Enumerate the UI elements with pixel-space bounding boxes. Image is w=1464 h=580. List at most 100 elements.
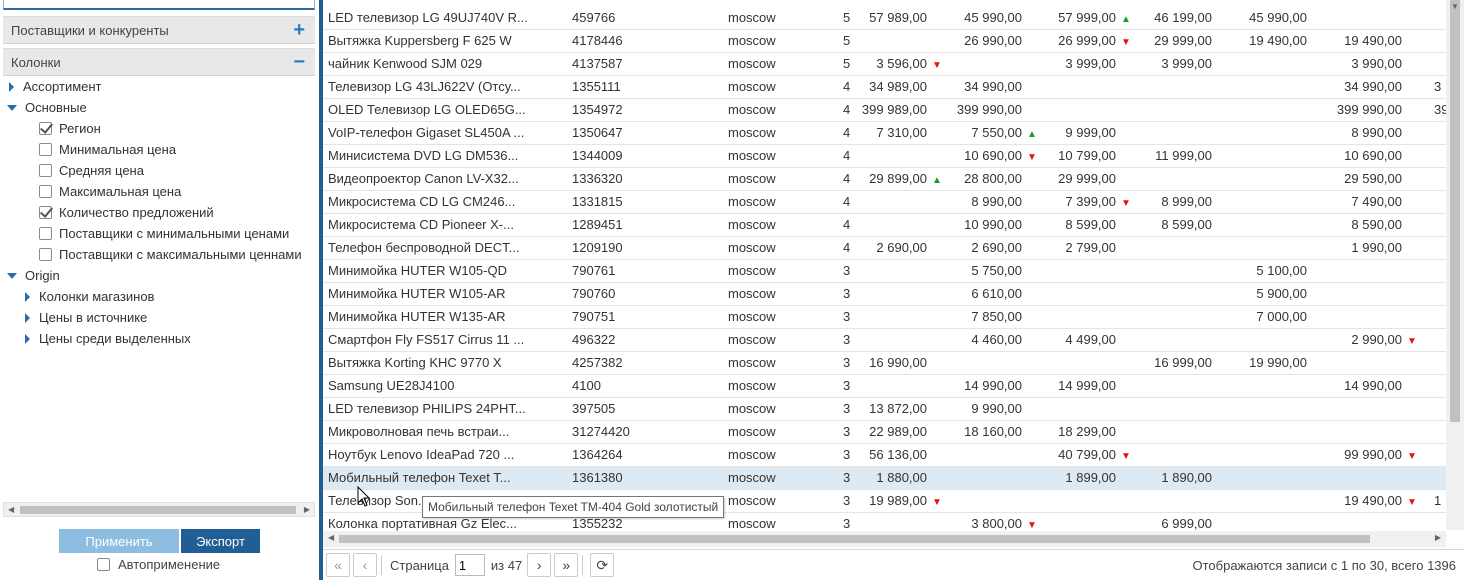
checkbox-icon[interactable]	[39, 227, 52, 240]
tree-node[interactable]: Количество предложений	[39, 202, 214, 223]
first-page-icon[interactable]: «	[326, 553, 350, 577]
collapsed-arrow-icon[interactable]	[9, 81, 14, 92]
table-row[interactable]: Ноутбук Lenovo IdeaPad 720 ... 1364264 mos…	[323, 444, 1447, 467]
table-row[interactable]: Минимойка HUTER W105-AR790760moscow3▲6 6…	[323, 283, 1447, 306]
table-row[interactable]: Микроволновая печь встраи... 31274420 mosc…	[323, 421, 1447, 444]
table-row[interactable]: Телефон беспроводной DECT... 1209190 mosco…	[323, 237, 1447, 260]
price-cell: ▲	[1133, 306, 1228, 329]
table-row[interactable]: чайник Kenwood SJM 029 4137587 moscow 5 3 59…	[323, 53, 1447, 76]
scrollbar-thumb[interactable]	[20, 506, 296, 514]
grid-horizontal-scrollbar[interactable]: ◀ ▶	[323, 531, 1446, 547]
tree-node[interactable]: Средняя цена	[39, 160, 144, 181]
price-cell: 45 990,00▲	[1228, 7, 1323, 30]
checkbox-icon[interactable]	[39, 248, 52, 261]
last-page-icon[interactable]: »	[554, 553, 579, 577]
arrow-up-icon: ▲	[1027, 129, 1037, 140]
export-button[interactable]: Экспорт	[181, 529, 260, 553]
page-number-input[interactable]	[454, 554, 485, 576]
next-page-icon[interactable]: ›	[527, 553, 552, 577]
table-row[interactable]: Телевизор LG 43LJ622V (Отсу... 1355111 mos…	[323, 76, 1447, 99]
columns-section-header[interactable]: Колонки −	[3, 48, 315, 76]
tree-node[interactable]: Регион	[39, 118, 101, 139]
tree-node[interactable]: Origin	[3, 265, 60, 286]
collapsed-arrow-icon[interactable]	[25, 312, 30, 323]
tree-node[interactable]: Ассортимент	[3, 76, 102, 97]
tree-node[interactable]: Максимальная цена	[39, 181, 181, 202]
refresh-icon[interactable]: ⟳	[590, 553, 615, 577]
offer-count-cell: 4	[843, 125, 851, 140]
price-cell: ▲	[1228, 214, 1323, 237]
price-cell: 8 999,00▲	[1133, 191, 1228, 214]
scroll-left-icon[interactable]: ◀	[328, 533, 334, 542]
tree-node[interactable]: Поставщики с минимальными ценами	[39, 223, 289, 244]
product-code-cell: 4137587	[572, 56, 623, 71]
scroll-right-icon[interactable]: ▶	[1435, 533, 1441, 542]
price-cell: 46 199,00▲	[1133, 7, 1228, 30]
table-row[interactable]: LED телевизор LG 49UJ740V R... 459766 mosc…	[323, 7, 1447, 30]
tree-node[interactable]: Цены среди выделенных	[19, 328, 191, 349]
table-row[interactable]: Вытяжка Kuppersberg F 625 W 4178446 moscow…	[323, 30, 1447, 53]
expanded-arrow-icon[interactable]	[7, 272, 17, 279]
product-code-cell: 1355111	[572, 79, 621, 94]
checked-checkbox-icon[interactable]	[39, 122, 52, 135]
price-cell: 8 599,00▲	[1038, 214, 1132, 237]
table-row[interactable]: Микросистема CD Pioneer X-... 1289451 mosc…	[323, 214, 1447, 237]
price-cell: ▲	[1228, 421, 1323, 444]
table-row[interactable]: Смартфон Fly FS517 Cirrus 11 ... 496322 mo…	[323, 329, 1447, 352]
price-cell: 13 872,00▲	[859, 398, 943, 421]
product-code-cell: 790760	[572, 286, 616, 301]
table-row[interactable]: Видеопроектор Canon LV-X32... 1336320 mosc…	[323, 168, 1447, 191]
table-row[interactable]: Микросистема CD LG CM246... 1331815 moscow…	[323, 191, 1447, 214]
tree-node[interactable]: Основные	[3, 97, 87, 118]
collapsed-arrow-icon[interactable]	[25, 333, 30, 344]
apply-button[interactable]: Применить	[59, 529, 179, 553]
expanded-arrow-icon[interactable]	[7, 104, 17, 111]
suppliers-section-header[interactable]: Поставщики и конкуренты +	[3, 16, 315, 44]
autoapply-toggle[interactable]: Автоприменение	[97, 557, 220, 572]
tree-horizontal-scrollbar[interactable]: ◀ ▶	[3, 502, 315, 517]
checked-checkbox-icon[interactable]	[39, 206, 52, 219]
table-row[interactable]: VoIP-телефон Gigaset SL450A ... 1350647 mo…	[323, 122, 1447, 145]
table-row[interactable]: LED телевизор PHILIPS 24PHT... 397505 mosc…	[323, 398, 1447, 421]
region-cell: moscow	[728, 263, 776, 278]
tree-node[interactable]: Поставщики с максимальными ценнами	[39, 244, 302, 265]
plus-icon[interactable]: +	[293, 20, 305, 40]
table-row[interactable]: OLED Телевизор LG OLED65G... 1354972 mosco…	[323, 99, 1448, 122]
prev-page-icon[interactable]: ‹	[353, 553, 377, 577]
table-row[interactable]: Samsung UE28J41004100moscow3▲14 990,00▲1…	[323, 375, 1447, 398]
arrow-down-icon: ▼	[1121, 37, 1131, 48]
scrollbar-thumb[interactable]	[339, 535, 1370, 543]
checkbox-icon[interactable]	[39, 143, 52, 156]
table-row[interactable]: Вытяжка Korting KHC 9770 X 4257382 moscow 3…	[323, 352, 1447, 375]
price-cell: 19 490,00▲	[1323, 30, 1418, 53]
price-cell: 399 990,00▲	[1323, 99, 1418, 122]
region-cell: moscow	[728, 194, 776, 209]
price-cell: ▲	[1133, 237, 1228, 260]
region-cell: moscow	[728, 332, 776, 347]
checkbox-icon[interactable]	[39, 164, 52, 177]
price-cell: ▲	[1228, 398, 1323, 421]
price-cell: 26 999,00 ▼	[1038, 30, 1132, 53]
checkbox-icon[interactable]	[39, 185, 52, 198]
price-cell: 4 460,00▲	[943, 329, 1038, 352]
price-value: 7 310,00	[876, 125, 927, 140]
tree-node[interactable]: Минимальная цена	[39, 139, 176, 160]
collapsed-arrow-icon[interactable]	[25, 291, 30, 302]
table-row[interactable]: Минимойка HUTER W135-AR790751moscow3▲7 8…	[323, 306, 1447, 329]
price-value: 34 990,00	[1344, 79, 1402, 94]
tree-node[interactable]: Цены в источнике	[19, 307, 147, 328]
scroll-right-icon[interactable]: ▶	[304, 505, 310, 514]
autoapply-checkbox[interactable]	[97, 558, 110, 571]
scroll-left-icon[interactable]: ◀	[8, 505, 14, 514]
table-row[interactable]: Минимойка HUTER W105-QD790761moscow3▲5 7…	[323, 260, 1447, 283]
table-row[interactable]: Мобильный телефон Texet T... 1361380 mosco…	[323, 467, 1447, 490]
tree-node[interactable]: Колонки магазинов	[19, 286, 154, 307]
minus-icon[interactable]: −	[293, 52, 305, 72]
table-row[interactable]: Минисистема DVD LG DM536... 1344009 moscow…	[323, 145, 1447, 168]
grid-vertical-scrollbar[interactable]: ▼	[1446, 0, 1464, 530]
arrow-down-icon: ▼	[1121, 451, 1131, 462]
price-value: 56 136,00	[869, 447, 927, 462]
scroll-down-icon[interactable]: ▼	[1451, 2, 1459, 527]
product-name-cell: Смартфон Fly FS517 Cirrus 11 ...	[328, 332, 525, 347]
price-value: 11 999,00	[1155, 148, 1212, 163]
